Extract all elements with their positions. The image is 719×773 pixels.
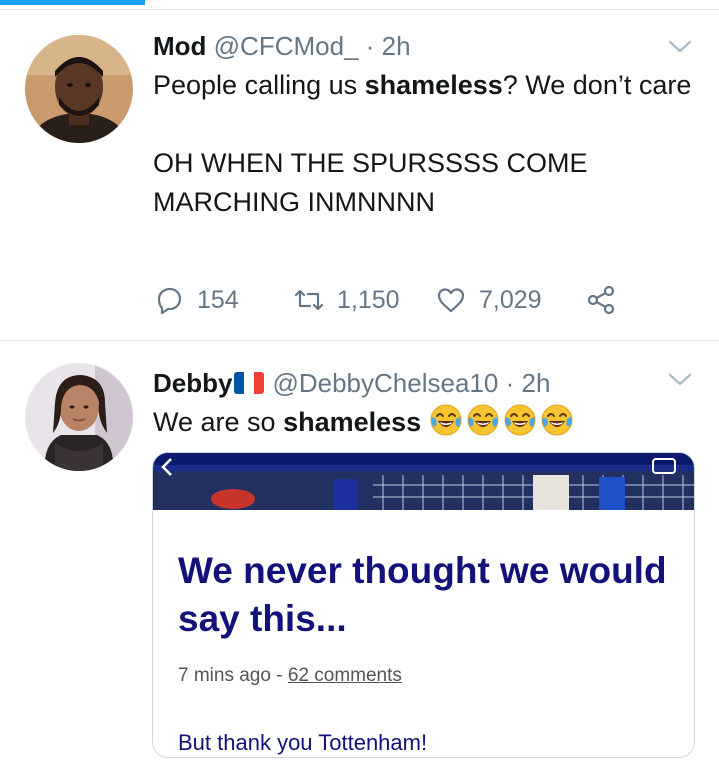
retweet-icon — [294, 289, 324, 311]
timestamp[interactable]: 2h — [521, 368, 550, 398]
tweet[interactable]: Mod @CFCMod_ · 2h People calling us sham… — [0, 10, 719, 340]
active-tab-indicator — [0, 0, 145, 5]
tweet[interactable]: Debby @DebbyChelsea10 · 2h We are so sham… — [0, 341, 719, 773]
tweet-text: We are so shameless — [153, 403, 693, 442]
like-button[interactable]: 7,029 — [435, 284, 585, 316]
card-comments-link[interactable]: 62 comments — [288, 665, 402, 686]
timestamp[interactable]: 2h — [382, 31, 411, 61]
share-icon — [587, 285, 615, 315]
separator-dot: · — [505, 368, 515, 398]
card-meta: 7 mins ago - 62 comments — [178, 665, 402, 687]
separator-dot: · — [365, 31, 375, 61]
face-with-tears-of-joy-icon — [466, 403, 500, 437]
face-with-tears-of-joy-icon — [429, 403, 463, 437]
reply-icon — [157, 287, 182, 315]
chevron-down-icon[interactable] — [667, 371, 693, 389]
share-button[interactable] — [585, 284, 617, 316]
face-with-tears-of-joy-icon — [540, 403, 574, 437]
card-meta-time: 7 mins ago — [178, 665, 271, 686]
like-count: 7,029 — [479, 285, 542, 314]
tweet-text-line: OH WHEN THE SPURSSSS COME MARCHING INMNN… — [153, 148, 588, 217]
retweet-button[interactable]: 1,150 — [293, 284, 435, 316]
tweet-text: People calling us shameless? We don’t ca… — [153, 66, 693, 222]
tweet-text-part: ? We don’t care — [502, 70, 692, 100]
avatar[interactable] — [25, 363, 133, 471]
chevron-down-icon[interactable] — [667, 38, 693, 56]
tweet-header: Debby @DebbyChelsea10 · 2h — [153, 367, 550, 399]
tweet-header: Mod @CFCMod_ · 2h — [153, 30, 411, 62]
retweet-count: 1,150 — [337, 285, 400, 314]
card-meta-separator: - — [276, 665, 283, 686]
tweet-text-part: People calling us — [153, 70, 365, 100]
card-headline: We never thought we would say this... — [178, 550, 667, 639]
display-name[interactable]: Debby — [153, 368, 232, 398]
flag-stripe — [254, 372, 265, 394]
tweet-text-part: We are so — [153, 407, 284, 437]
avatar[interactable] — [25, 35, 133, 143]
tweet-actions: 154 1,150 7,029 — [153, 280, 617, 320]
user-handle[interactable]: @CFCMod_ — [214, 31, 359, 61]
flag-stripe — [244, 372, 255, 394]
heart-icon — [437, 288, 465, 313]
user-handle[interactable]: @DebbyChelsea10 — [272, 368, 498, 398]
tweet-text-bold: shameless — [283, 407, 422, 437]
face-with-tears-of-joy-icon — [503, 403, 537, 437]
france-flag-icon — [234, 372, 265, 394]
image-card[interactable]: We never thought we would say this... 7 … — [152, 452, 695, 758]
flag-stripe — [234, 372, 245, 394]
tweet-text-bold: shameless — [364, 70, 503, 100]
card-subtext: But thank you Tottenham! — [178, 730, 428, 755]
reply-button[interactable]: 154 — [153, 284, 293, 316]
stadium-photo-strip — [153, 453, 694, 510]
display-name[interactable]: Mod — [153, 31, 206, 61]
reply-count: 154 — [197, 285, 239, 314]
emoji-group — [429, 404, 577, 437]
